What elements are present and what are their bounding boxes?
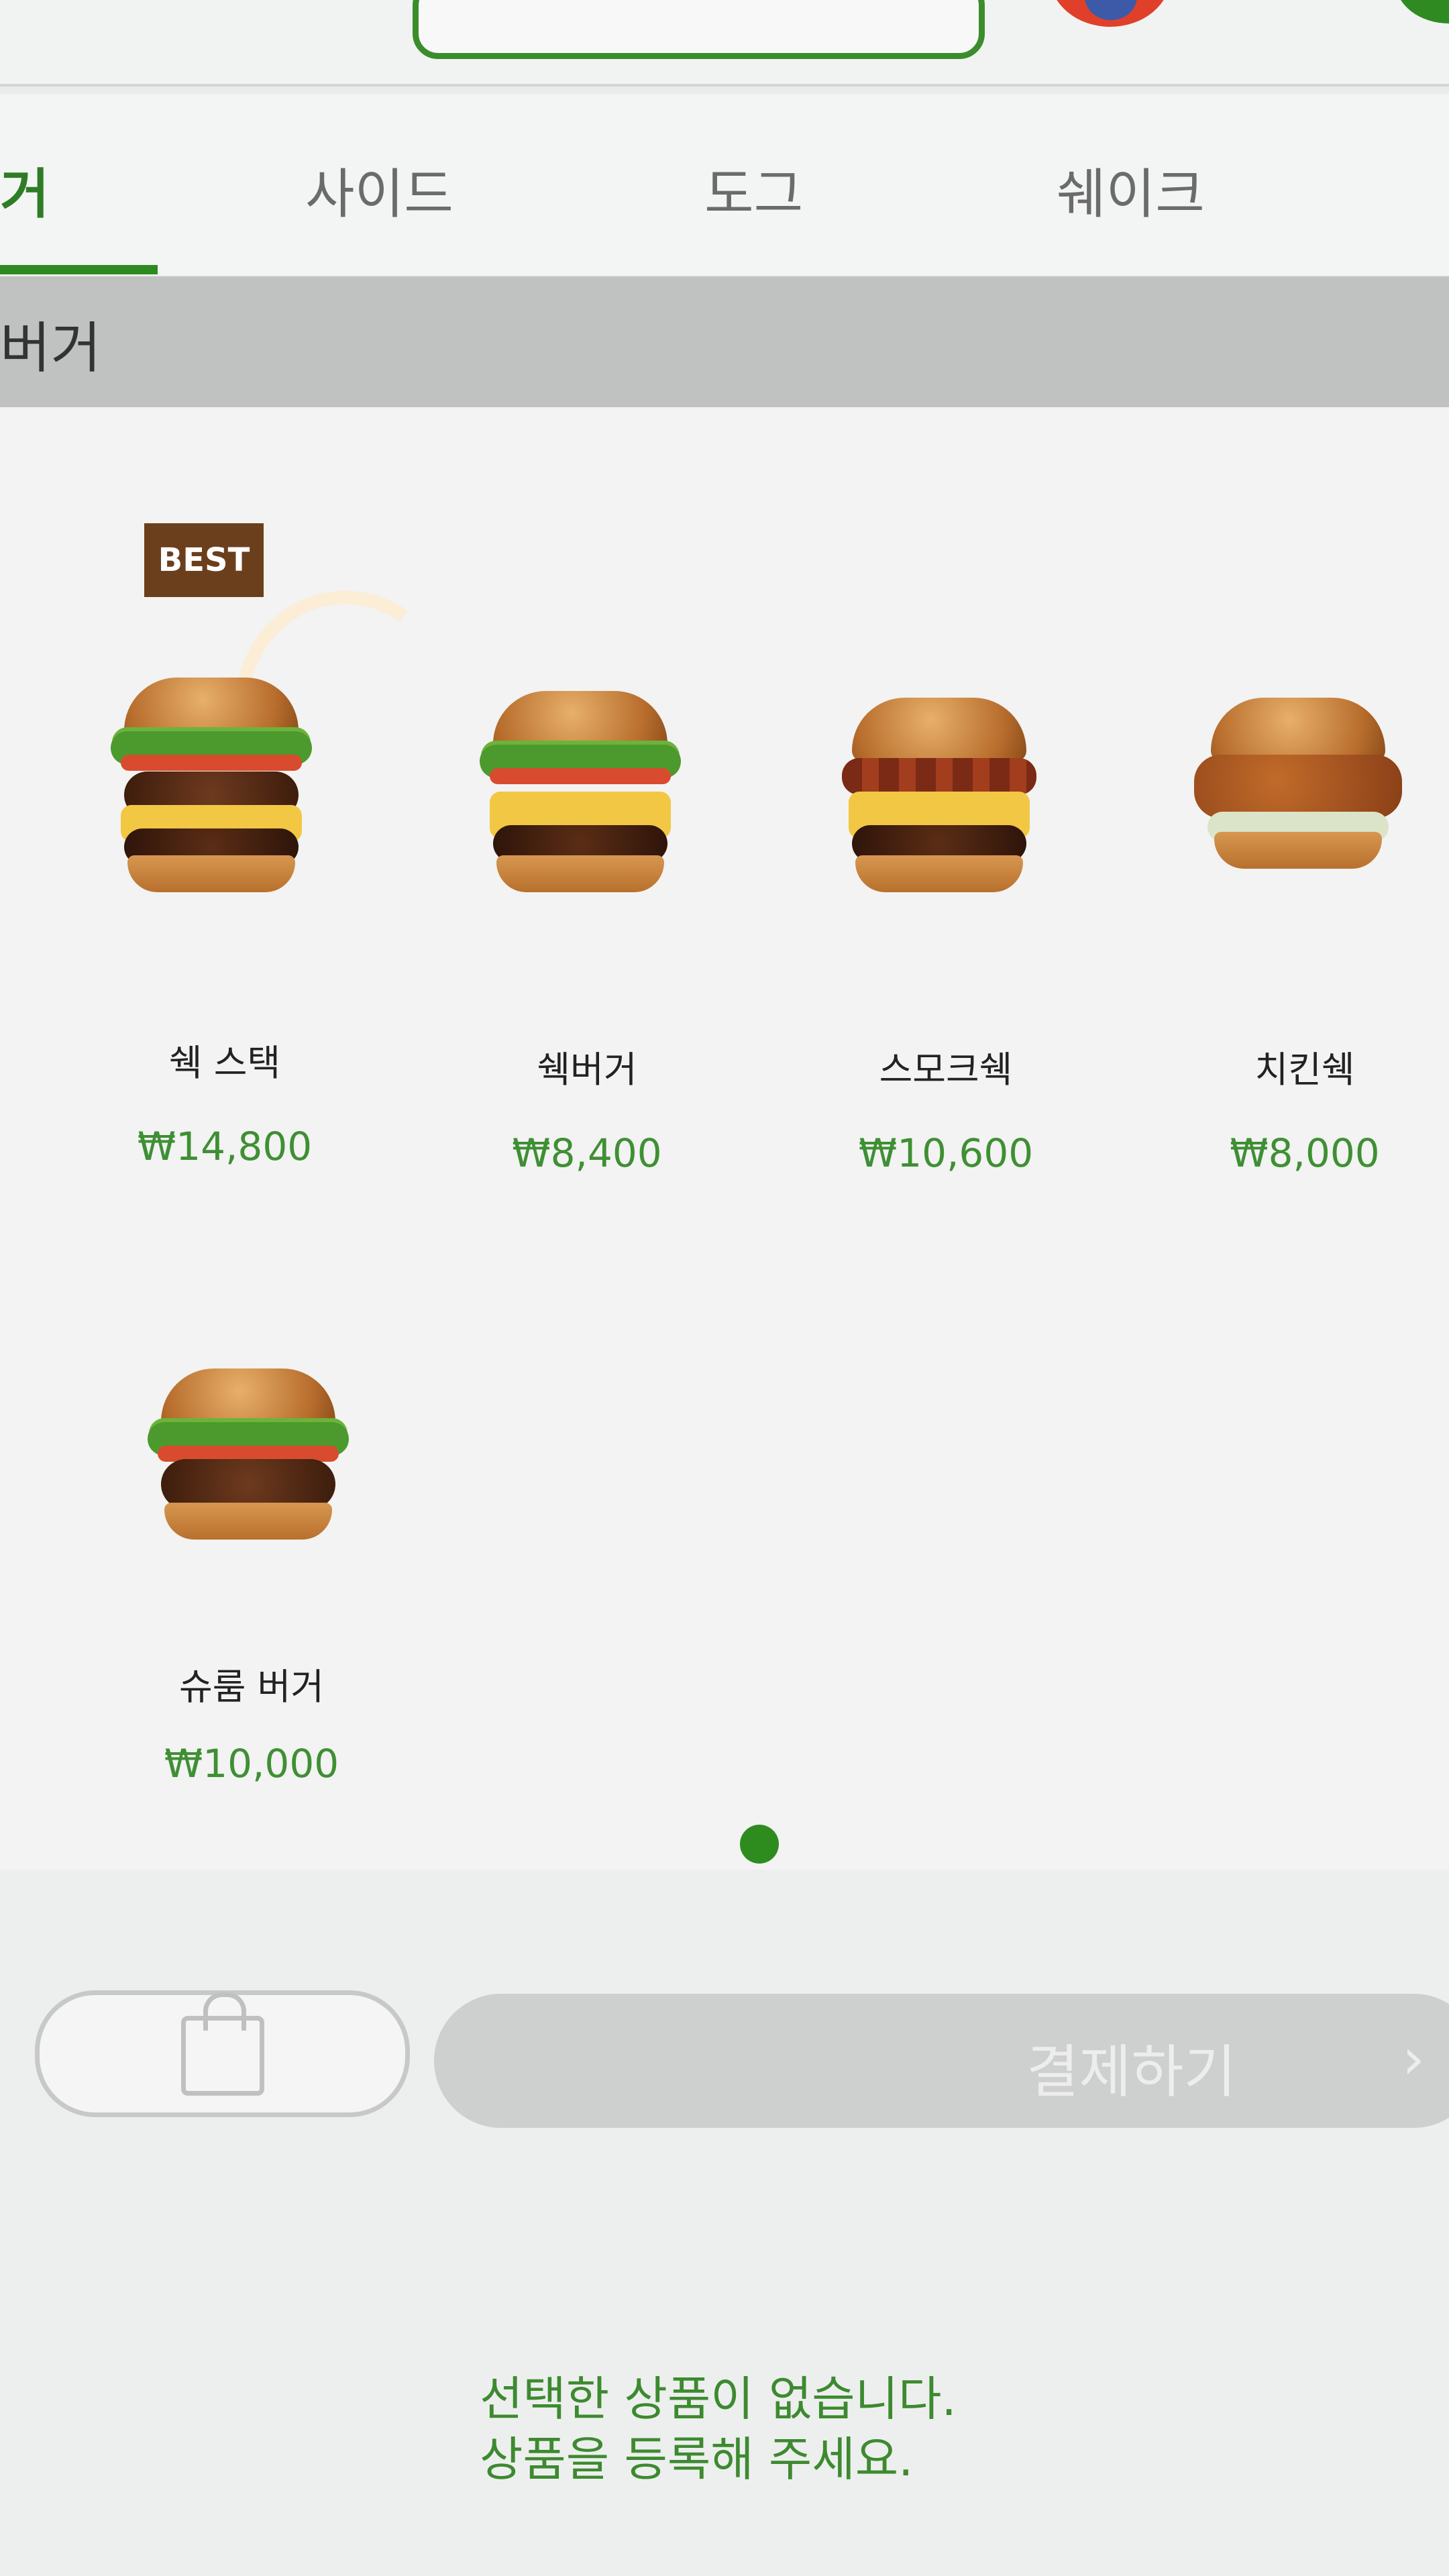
product-price: ₩8,400	[512, 1130, 662, 1176]
chevron-right-icon: ›	[1402, 2026, 1425, 2092]
section-header: 버거	[0, 276, 1449, 407]
checkout-label: 결제하기	[1026, 2039, 1236, 2106]
product-card[interactable]: 슈룸 버거 ₩10,000	[111, 1368, 392, 1825]
burger-image	[141, 1368, 356, 1590]
burger-image	[832, 698, 1046, 919]
section-title: 버거	[0, 317, 101, 380]
product-name: 쉑 스택	[168, 1042, 281, 1084]
active-tab-indicator	[0, 265, 158, 274]
empty-cart-instruction: 상품을 등록해 주세요.	[480, 2432, 914, 2487]
burger-image	[104, 678, 319, 899]
empty-cart-message: 선택한 상품이 없습니다.	[480, 2371, 957, 2426]
product-price: ₩10,600	[858, 1130, 1034, 1176]
burger-image	[1191, 698, 1405, 919]
tab-burger[interactable]: 거	[0, 151, 50, 229]
product-card[interactable]: 쉑버거 ₩8,400	[446, 691, 728, 1201]
product-name: 슈룸 버거	[179, 1666, 324, 1708]
burger-image	[473, 691, 688, 912]
product-card[interactable]: 치킨쉑 ₩8,000	[1164, 698, 1446, 1208]
product-price: ₩14,800	[137, 1124, 313, 1169]
tab-side[interactable]: 사이드	[305, 151, 453, 229]
page-indicator-dot[interactable]	[740, 1825, 779, 1864]
product-price: ₩10,000	[164, 1741, 339, 1786]
product-price: ₩8,000	[1230, 1130, 1380, 1176]
top-bar-button[interactable]	[413, 0, 985, 59]
tab-shake[interactable]: 쉐이크	[1057, 151, 1205, 229]
best-badge: BEST	[144, 523, 264, 597]
checkout-button[interactable]	[434, 1994, 1449, 2128]
product-card[interactable]: 쉑 스택 ₩14,800	[84, 678, 366, 1187]
product-name: 스모크쉑	[879, 1049, 1013, 1091]
shopping-bag-icon	[181, 1992, 264, 2096]
tab-dog[interactable]: 도그	[704, 151, 803, 229]
product-name: 쉑버거	[537, 1049, 637, 1091]
product-card[interactable]: 스모크쉑 ₩10,600	[805, 698, 1087, 1208]
category-tabs: 거 사이드 도그 쉐이크	[0, 94, 1449, 275]
product-name: 치킨쉑	[1254, 1049, 1355, 1091]
